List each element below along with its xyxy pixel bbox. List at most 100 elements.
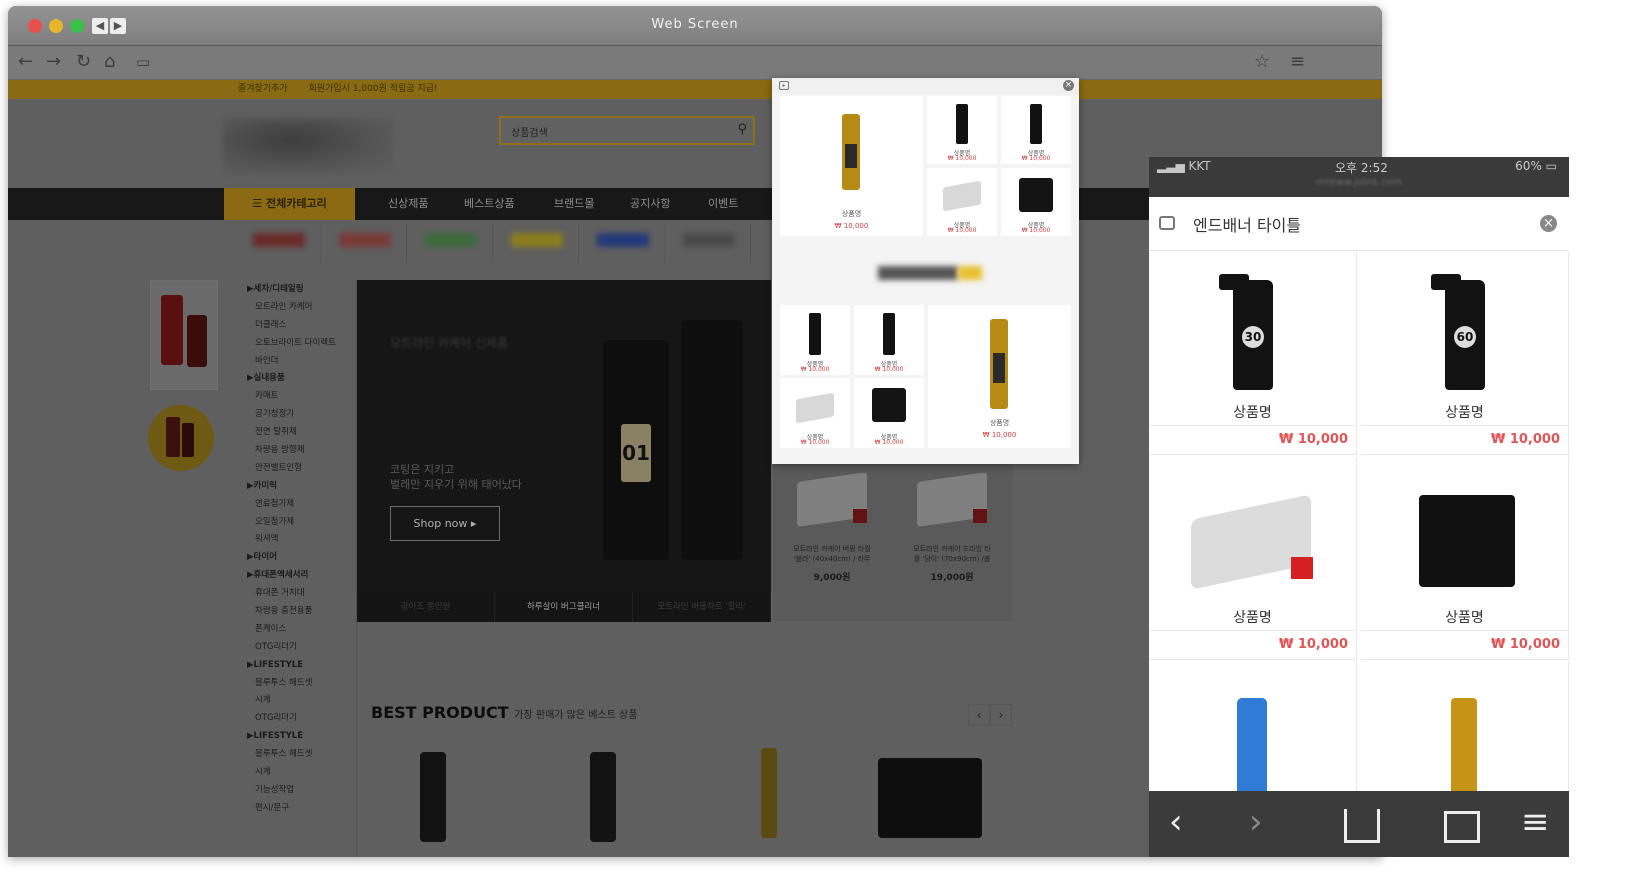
product-price: ₩ 10,000 bbox=[1278, 637, 1348, 652]
category-item[interactable]: 오토브라이트 다이렉트 bbox=[225, 334, 356, 352]
category-item[interactable]: 기능성작업 bbox=[225, 781, 356, 799]
popup-product-cell[interactable]: 상품명 ₩ 10,000 bbox=[1001, 96, 1071, 164]
category-item[interactable]: 전면 탈취제 bbox=[225, 423, 356, 441]
category-item[interactable]: 오일첨가제 bbox=[225, 513, 356, 531]
popup-product-cell[interactable]: 상품명 ₩ 10,000 bbox=[854, 378, 924, 448]
category-item[interactable]: 시계 bbox=[225, 763, 356, 781]
category-item[interactable]: ▶세차/디테일링 bbox=[225, 280, 356, 298]
best-product-item[interactable] bbox=[743, 740, 801, 840]
category-item[interactable]: 워셔액 bbox=[225, 530, 356, 548]
reload-icon[interactable]: ↻ bbox=[76, 52, 91, 72]
category-item[interactable]: 블루투스 헤드셋 bbox=[225, 674, 356, 692]
next-arrow-button[interactable]: › bbox=[990, 704, 1012, 726]
popup-banner: ▸ × 상품명 ₩ 10,000 상품명 ₩ 10,000 상품명 ₩ 10,0… bbox=[772, 78, 1079, 464]
mobile-product-card[interactable]: 상품명 ₩ 10,000 bbox=[1149, 457, 1357, 660]
category-item[interactable]: ▶실내용품 bbox=[225, 369, 356, 387]
category-item[interactable]: 차량용 충전용품 bbox=[225, 602, 356, 620]
search-input[interactable]: 상품검색 ⚲ bbox=[499, 116, 755, 145]
category-item[interactable]: OTG리더기 bbox=[225, 638, 356, 656]
category-item[interactable]: 폰케이스 bbox=[225, 620, 356, 638]
popup-product-cell[interactable]: 상품명 ₩ 10,000 bbox=[928, 305, 1071, 448]
popup-product-cell[interactable]: 상품명 ₩ 10,000 bbox=[927, 96, 997, 164]
category-item[interactable]: 공기청정기 bbox=[225, 405, 356, 423]
category-item[interactable]: ▶LIFESTYLE bbox=[225, 727, 356, 745]
best-product-item[interactable] bbox=[578, 740, 636, 842]
nav-forward-icon[interactable]: → bbox=[46, 52, 61, 72]
category-item[interactable]: 모트라인 카케어 bbox=[225, 298, 356, 316]
phone-forward-icon[interactable]: › bbox=[1249, 805, 1263, 839]
share-icon[interactable] bbox=[1344, 809, 1380, 843]
bookmark-star-icon[interactable]: ☆ bbox=[1254, 52, 1270, 72]
category-item[interactable]: 블루투스 헤드셋 bbox=[225, 745, 356, 763]
tabs-icon[interactable] bbox=[1444, 811, 1480, 843]
category-item[interactable]: OTG리더기 bbox=[225, 709, 356, 727]
best-product-item[interactable] bbox=[878, 740, 988, 840]
divider bbox=[1361, 630, 1568, 631]
popup-product-cell[interactable]: 상품명 ₩ 10,000 bbox=[780, 378, 850, 448]
product-thumbnail[interactable] bbox=[150, 280, 218, 390]
search-icon[interactable]: ⚲ bbox=[737, 122, 747, 137]
product-thumbnail-round[interactable] bbox=[148, 405, 214, 471]
product-price: ₩ 10,000 bbox=[1021, 155, 1051, 162]
product-price: ₩ 10,000 bbox=[947, 155, 977, 162]
category-item[interactable]: ▶카미릭 bbox=[225, 477, 356, 495]
site-logo[interactable] bbox=[223, 118, 393, 174]
category-item[interactable]: 연료첨가제 bbox=[225, 495, 356, 513]
popup-product-cell[interactable]: 상품명 ₩ 10,000 bbox=[780, 305, 850, 375]
signup-promo-link[interactable]: 회원가입시 1,000원 적립금 지급! bbox=[309, 84, 438, 94]
category-item[interactable]: ▶타이어 bbox=[225, 548, 356, 566]
shop-now-button[interactable]: Shop now ▸ bbox=[390, 506, 500, 541]
popup-product-cell[interactable]: 상품명 ₩ 10,000 bbox=[780, 96, 923, 236]
brand-logo[interactable] bbox=[407, 223, 493, 263]
banner-title: 모트라인 카케어 신제품 bbox=[390, 336, 509, 350]
banner-tab[interactable]: 강아조 통민원 bbox=[357, 592, 495, 622]
nav-event[interactable]: 이벤트 bbox=[708, 188, 738, 220]
nav-notice[interactable]: 공지사항 bbox=[630, 188, 670, 220]
popup-product-cell[interactable]: 상품명 ₩ 10,000 bbox=[927, 168, 997, 236]
all-categories-button[interactable]: ☰ 전체카테고리 bbox=[224, 188, 355, 220]
banner-subtitle-line: 벌레만 지우기 위해 태어났다 bbox=[390, 478, 522, 491]
best-product-item[interactable] bbox=[408, 740, 466, 842]
category-item[interactable]: 시계 bbox=[225, 691, 356, 709]
banner-tab[interactable]: 모트라인 버블차트 '할라' bbox=[633, 592, 771, 622]
category-item[interactable]: 카매트 bbox=[225, 387, 356, 405]
popup-product-cell[interactable]: 상품명 ₩ 10,000 bbox=[854, 305, 924, 375]
side-product-card[interactable]: 모트라인 카케어 드라잉 타월 '당이' (70x90cm) /블 19,000… bbox=[893, 463, 1011, 621]
mobile-product-card[interactable]: 60 상품명 ₩ 10,000 bbox=[1361, 252, 1569, 455]
divider bbox=[1149, 425, 1356, 426]
category-item[interactable]: 편시/문구 bbox=[225, 799, 356, 817]
product-name: 상품명 bbox=[841, 210, 862, 218]
home-icon[interactable]: ⌂ bbox=[104, 52, 115, 72]
close-icon[interactable]: × bbox=[1540, 215, 1557, 232]
brand-logo[interactable] bbox=[235, 223, 321, 263]
banner-tab-active[interactable]: 하루살이 버그클리너 bbox=[495, 592, 633, 622]
popup-close-button[interactable]: × bbox=[1063, 80, 1074, 91]
category-item[interactable]: 바인더 bbox=[225, 352, 356, 370]
brand-logo[interactable] bbox=[321, 223, 407, 263]
mobile-product-card[interactable]: 상품명 ₩ 10,000 bbox=[1361, 457, 1569, 660]
phone-back-icon[interactable]: ‹ bbox=[1169, 805, 1183, 839]
nav-back-icon[interactable]: ← bbox=[18, 52, 33, 72]
category-item[interactable]: 안전벨트인형 bbox=[225, 459, 356, 477]
popup-product-cell[interactable]: 상품명 ₩ 10,000 bbox=[1001, 168, 1071, 236]
brand-logo[interactable] bbox=[579, 223, 665, 263]
brand-logo[interactable] bbox=[665, 223, 751, 263]
phone-menu-icon[interactable]: ≡ bbox=[1521, 805, 1550, 839]
nav-brand-mall[interactable]: 브랜드몰 bbox=[554, 188, 594, 220]
best-subtitle: 가장 판매가 많은 베스트 상품 bbox=[514, 710, 638, 721]
nav-new-products[interactable]: 신상제품 bbox=[388, 188, 428, 220]
category-item[interactable]: ▶LIFESTYLE bbox=[225, 656, 356, 674]
side-product-card[interactable]: 모트라인 카케어 버핑 타월 '블라' (40x40cm) / 라무 9,000… bbox=[773, 463, 891, 621]
nav-best-products[interactable]: 베스트상품 bbox=[464, 188, 515, 220]
bookmark-link[interactable]: 즐겨찾기추가 bbox=[238, 84, 288, 94]
banner-bottle-image bbox=[681, 320, 743, 560]
category-item[interactable]: 휴대폰 거치대 bbox=[225, 584, 356, 602]
best-product-heading: BEST PRODUCT 가장 판매가 많은 베스트 상품 bbox=[371, 703, 637, 722]
prev-arrow-button[interactable]: ‹ bbox=[968, 704, 990, 726]
category-item[interactable]: 차량용 방향제 bbox=[225, 441, 356, 459]
menu-icon[interactable]: ≡ bbox=[1290, 52, 1305, 72]
category-item[interactable]: 더클래스 bbox=[225, 316, 356, 334]
mobile-product-card[interactable]: 30 상품명 ₩ 10,000 bbox=[1149, 252, 1357, 455]
brand-logo[interactable] bbox=[493, 223, 579, 263]
category-item[interactable]: ▶휴대폰액세서리 bbox=[225, 566, 356, 584]
